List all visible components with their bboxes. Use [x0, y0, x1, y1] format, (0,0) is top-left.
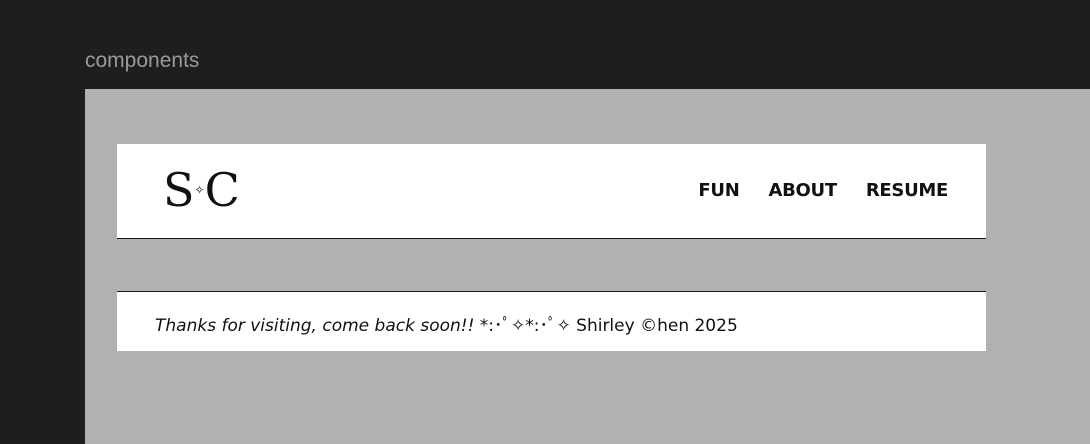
nav-link-fun[interactable]: FUN — [698, 180, 739, 201]
frame-label: components — [85, 49, 200, 72]
footer-signature: *:･ﾟ✧*:･ﾟ✧ Shirley ©hen 2025 — [474, 316, 738, 336]
components-canvas: S✧C FUN ABOUT RESUME Thanks for visiting… — [85, 89, 1090, 444]
logo-letter-c: C — [204, 163, 240, 217]
logo-letter-s: S — [163, 163, 195, 217]
footer-text: Thanks for visiting, come back soon!! *:… — [155, 311, 738, 336]
footer-message: Thanks for visiting, come back soon!! — [155, 316, 475, 336]
nav-link-resume[interactable]: RESUME — [866, 180, 948, 201]
navbar: S✧C FUN ABOUT RESUME — [117, 144, 986, 239]
nav-link-about[interactable]: ABOUT — [768, 180, 837, 201]
nav-links: FUN ABOUT RESUME — [698, 180, 948, 201]
sparkle-icon: ✧ — [194, 183, 205, 197]
logo[interactable]: S✧C — [163, 163, 240, 218]
footer: Thanks for visiting, come back soon!! *:… — [117, 291, 986, 351]
